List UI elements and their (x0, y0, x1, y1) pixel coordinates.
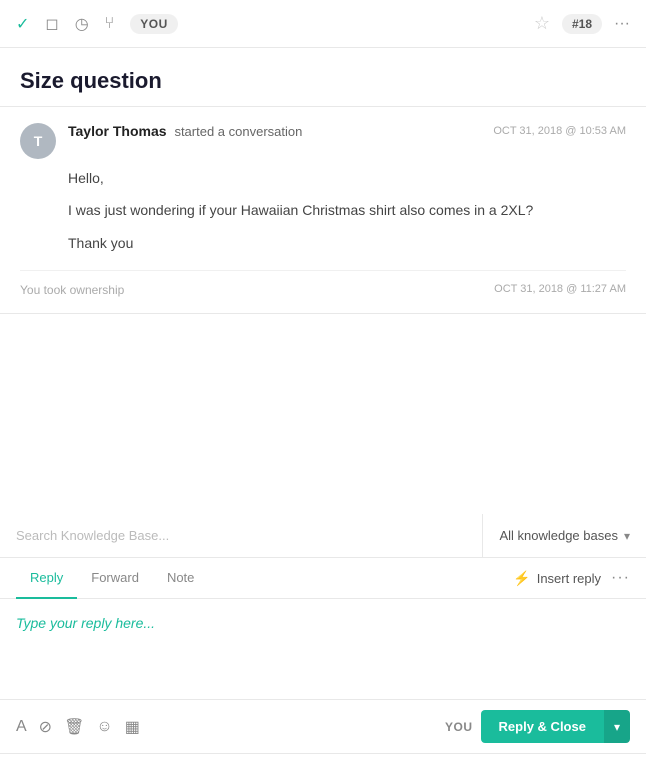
message-line-3: Thank you (68, 232, 626, 254)
empty-space (0, 314, 646, 514)
tab-note[interactable]: Note (153, 558, 208, 599)
ticket-badge: #18 (562, 14, 602, 34)
ownership-note: You took ownership OCT 31, 2018 @ 11:27 … (20, 270, 626, 297)
emoji-icon[interactable]: ☺ (96, 718, 112, 736)
conversation-time: OCT 31, 2018 @ 10:53 AM (493, 125, 626, 137)
bottom-right-actions: YOU Reply & Close ▾ (445, 710, 630, 743)
reply-text-area[interactable]: Type your reply here... (0, 599, 646, 699)
top-toolbar: ✓ ◻ ◷ ⑂ YOU ☆ #18 ··· (0, 0, 646, 48)
conversation-area: T Taylor Thomas started a conversation O… (0, 107, 646, 314)
toolbar-left-icons: ✓ ◻ ◷ ⑂ YOU (16, 14, 518, 34)
message-line-2: I was just wondering if your Hawaiian Ch… (68, 199, 626, 221)
sender-action: started a conversation (174, 124, 302, 139)
reply-tabs: Reply Forward Note ⚡ Insert reply ··· (0, 558, 646, 599)
fork-icon[interactable]: ⑂ (105, 15, 115, 33)
reply-placeholder: Type your reply here... (16, 615, 155, 631)
reply-tab-actions: ⚡ Insert reply ··· (513, 569, 630, 587)
kb-search-area: All knowledge bases ▾ (0, 514, 646, 558)
insert-reply-button[interactable]: ⚡ Insert reply (513, 570, 601, 587)
reply-bottom-toolbar: A ⊘ 🗑 ☺ ▦ YOU Reply & Close ▾ (0, 699, 646, 753)
reply-close-main-button[interactable]: Reply & Close (481, 710, 604, 743)
reply-close-dropdown-button[interactable]: ▾ (604, 710, 630, 743)
kb-search-input[interactable] (0, 514, 482, 557)
reply-you-label: YOU (445, 720, 473, 734)
kb-insert-icon[interactable]: ▦ (125, 717, 140, 737)
kb-dropdown-label: All knowledge bases (499, 528, 618, 543)
message-body: Hello, I was just wondering if your Hawa… (20, 159, 626, 254)
format-text-icon[interactable]: A (16, 718, 27, 736)
kb-search-input-wrap (0, 514, 483, 557)
clock-icon[interactable]: ◷ (75, 14, 89, 34)
chat-icon[interactable]: ◻ (45, 14, 58, 34)
chevron-down-icon: ▾ (624, 529, 630, 543)
ownership-time: OCT 31, 2018 @ 11:27 AM (494, 283, 626, 297)
more-icon[interactable]: ··· (614, 15, 630, 33)
toolbar-right-icons: ☆ #18 ··· (534, 13, 630, 34)
avatar: T (20, 123, 56, 159)
conversation-header: T Taylor Thomas started a conversation O… (20, 123, 626, 159)
attach-icon[interactable]: ⊘ (39, 717, 52, 737)
message-line-1: Hello, (68, 167, 626, 189)
sender-info: Taylor Thomas started a conversation (68, 123, 302, 139)
check-icon[interactable]: ✓ (16, 14, 29, 34)
reply-close-button[interactable]: Reply & Close ▾ (481, 710, 630, 743)
more-options-icon[interactable]: ··· (611, 569, 630, 587)
page-title-area: Size question (0, 48, 646, 107)
delete-icon[interactable]: 🗑 (64, 717, 84, 737)
tab-forward[interactable]: Forward (77, 558, 153, 599)
bolt-icon: ⚡ (513, 570, 530, 587)
kb-dropdown[interactable]: All knowledge bases ▾ (483, 514, 646, 557)
reply-area: Reply Forward Note ⚡ Insert reply ··· Ty… (0, 558, 646, 754)
sender-name: Taylor Thomas (68, 123, 167, 139)
page-title: Size question (20, 68, 626, 94)
insert-reply-label: Insert reply (537, 571, 601, 586)
star-icon[interactable]: ☆ (534, 13, 550, 34)
conversation-meta-top: Taylor Thomas started a conversation OCT… (68, 123, 626, 139)
ownership-text: You took ownership (20, 283, 124, 297)
tab-reply[interactable]: Reply (16, 558, 77, 599)
conversation-meta: Taylor Thomas started a conversation OCT… (68, 123, 626, 139)
user-badge[interactable]: YOU (130, 14, 178, 34)
